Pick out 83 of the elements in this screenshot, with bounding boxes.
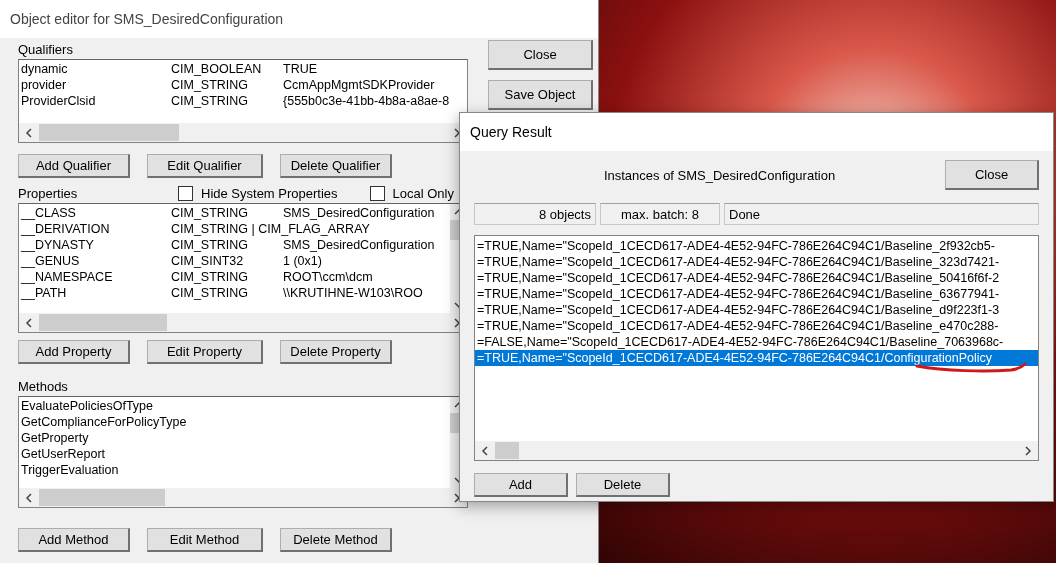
property-type: CIM_STRING: [171, 237, 250, 253]
method-item[interactable]: EvaluatePoliciesOfType: [21, 398, 448, 414]
section-label: Properties: [18, 186, 79, 201]
property-value: \\KRUTIHNE-W103\ROO: [283, 285, 424, 301]
method-button[interactable]: Delete Method: [280, 528, 392, 552]
property-button[interactable]: Edit Property: [147, 340, 263, 364]
property-name: __DYNASTY: [21, 237, 95, 253]
property-name: __PATH: [21, 285, 68, 301]
method-item[interactable]: GetUserReport: [21, 446, 448, 462]
scroll-right-icon[interactable]: [453, 492, 461, 503]
scroll-right-icon[interactable]: [453, 127, 461, 138]
window-title: Query Result: [470, 124, 552, 140]
property-type: CIM_BOOLEAN: [171, 61, 263, 77]
scroll-left-icon[interactable]: [481, 445, 489, 456]
close-button[interactable]: Close: [945, 160, 1039, 190]
window-button[interactable]: Close: [488, 40, 593, 70]
property-button[interactable]: Delete Property: [280, 340, 392, 364]
result-heading: Instances of SMS_DesiredConfiguration: [602, 167, 837, 183]
property-type: CIM_STRING: [171, 77, 250, 93]
property-name: ProviderClsid: [21, 93, 97, 109]
property-value: {555b0c3e-41bb-4b8a-a8ae-8: [283, 93, 451, 109]
result-button[interactable]: Add: [474, 473, 568, 497]
property-name: __DERIVATION: [21, 221, 111, 237]
property-type: CIM_SINT32: [171, 253, 245, 269]
scroll-right-icon[interactable]: [453, 317, 461, 328]
property-type: CIM_STRING: [171, 205, 250, 221]
property-value: 1 (0x1): [283, 253, 323, 269]
property-type: CIM_STRING: [171, 269, 250, 285]
status-pane: 8 objects: [474, 203, 596, 225]
horizontal-scrollbar[interactable]: [19, 488, 467, 507]
result-row[interactable]: =TRUE,Name="ScopeId_1CECD617-ADE4-4E52-94FC-786E264C94C1/Baseline_e470c288-: [475, 318, 1038, 334]
scroll-right-icon[interactable]: [1024, 445, 1032, 456]
property-type: CIM_STRING: [171, 93, 250, 109]
result-row[interactable]: =FALSE,Name="ScopeId_1CECD617-ADE4-4E52-94FC-786E264C94C1/Baseline_7063968c-: [475, 334, 1038, 350]
result-row[interactable]: =TRUE,Name="ScopeId_1CECD617-ADE4-4E52-94FC-786E264C94C1/ConfigurationPolicy: [475, 350, 1038, 366]
result-row[interactable]: =TRUE,Name="ScopeId_1CECD617-ADE4-4E52-94FC-786E264C94C1/Baseline_323d7421-: [475, 254, 1038, 270]
method-item[interactable]: GetProperty: [21, 430, 448, 446]
property-value: TRUE: [283, 61, 319, 77]
method-item[interactable]: GetComplianceForPolicyType: [21, 414, 448, 430]
scroll-left-icon[interactable]: [25, 492, 33, 503]
qualifiers-list[interactable]: dynamic CIM_BOOLEAN TRUE provider CIM_STRING CcmAppMgmtSDKProvider ProviderClsid CIM_STRING {555b0c3e-41bb-4b8a-a8ae-8: [18, 59, 468, 143]
property-type: CIM_STRING | CIM_FLAG_ARRAY: [171, 221, 371, 237]
method-button[interactable]: Edit Method: [147, 528, 263, 552]
property-value: ROOT\ccm\dcm: [283, 269, 374, 285]
result-row[interactable]: =TRUE,Name="ScopeId_1CECD617-ADE4-4E52-94FC-786E264C94C1/Baseline_d9f223f1-3: [475, 302, 1038, 318]
qualifier-button[interactable]: Add Qualifier: [18, 154, 130, 178]
scrollbar-thumb[interactable]: [39, 314, 167, 331]
qualifier-button[interactable]: Delete Qualifier: [280, 154, 392, 178]
checkbox-label: Hide System Properties: [201, 186, 338, 201]
result-row[interactable]: =TRUE,Name="ScopeId_1CECD617-ADE4-4E52-94FC-786E264C94C1/Baseline_2f932cb5-: [475, 238, 1038, 254]
results-list[interactable]: [474, 235, 1039, 461]
property-name: __NAMESPACE: [21, 269, 114, 285]
scroll-left-icon[interactable]: [25, 127, 33, 138]
method-button[interactable]: Add Method: [18, 528, 130, 552]
window-title: Object editor for SMS_DesiredConfiguration: [10, 11, 284, 27]
section-label: Qualifiers: [18, 42, 74, 57]
property-name: provider: [21, 77, 68, 93]
horizontal-scrollbar[interactable]: [475, 441, 1038, 460]
scrollbar-thumb[interactable]: [39, 489, 165, 506]
scrollbar-thumb[interactable]: [495, 442, 519, 459]
property-value: SMS_DesiredConfiguration: [283, 237, 436, 253]
methods-list[interactable]: EvaluatePoliciesOfType GetComplianceForPolicyType GetProperty GetUserReport TriggerEvaluation: [18, 396, 468, 508]
property-value: SMS_DesiredConfiguration: [283, 205, 436, 221]
checkbox-label: Local Only: [392, 186, 454, 201]
scrollbar-thumb[interactable]: [39, 124, 179, 141]
status-pane: max. batch: 8: [600, 203, 720, 225]
method-item[interactable]: TriggerEvaluation: [21, 462, 448, 478]
result-button[interactable]: Delete: [576, 473, 670, 497]
result-row[interactable]: =TRUE,Name="ScopeId_1CECD617-ADE4-4E52-94FC-786E264C94C1/Baseline_63677941-: [475, 286, 1038, 302]
checkbox[interactable]: [369, 186, 385, 201]
property-name: dynamic: [21, 61, 69, 77]
result-row[interactable]: =TRUE,Name="ScopeId_1CECD617-ADE4-4E52-94FC-786E264C94C1/Baseline_50416f6f-2: [475, 270, 1038, 286]
property-name: __GENUS: [21, 253, 81, 269]
section-label: Methods: [18, 379, 69, 394]
window-button[interactable]: Save Object: [488, 80, 593, 110]
checkbox[interactable]: [178, 186, 193, 201]
property-name: __CLASS: [21, 205, 77, 221]
property-button[interactable]: Add Property: [18, 340, 130, 364]
qualifier-button[interactable]: Edit Qualifier: [147, 154, 263, 178]
property-value: CcmAppMgmtSDKProvider: [283, 77, 436, 93]
status-pane: Done: [724, 203, 1039, 225]
property-type: CIM_STRING: [171, 285, 250, 301]
scroll-left-icon[interactable]: [25, 317, 33, 328]
